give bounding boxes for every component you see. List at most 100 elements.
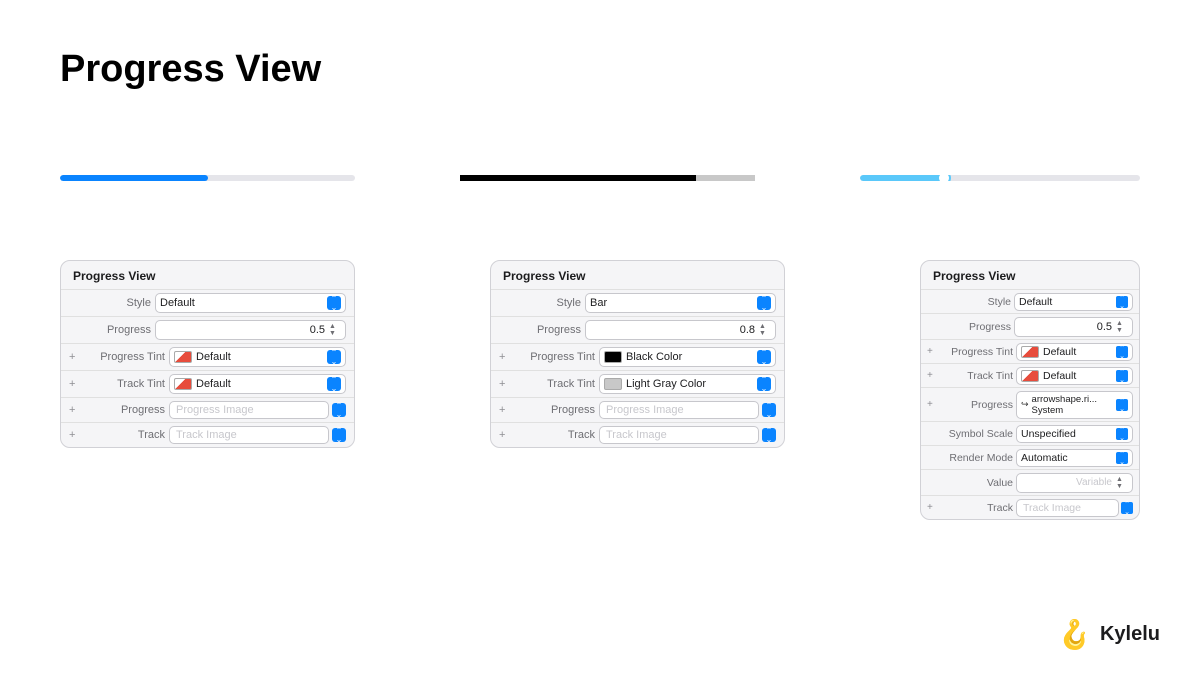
kylelu-icon: 🪝 — [1057, 618, 1092, 651]
panel-1-progress-img-value[interactable]: Progress Image — [169, 401, 329, 419]
stepper-down[interactable]: ▼ — [1116, 327, 1128, 334]
panel-2-row-track-img: + Track Track Image ⌃⌄ — [491, 422, 784, 447]
panel-3-progress-tint-value: Default — [1043, 346, 1116, 358]
stepper-up[interactable]: ▲ — [329, 323, 341, 330]
panel-3-track-img-value[interactable]: Track Image — [1016, 499, 1119, 517]
panel-3-track-img-arrow[interactable]: ⌃⌄ — [1121, 502, 1133, 514]
panel-3-plus-track-tint[interactable]: + — [927, 370, 939, 381]
panels-container: Progress View Style Default ⌃⌄ Progress … — [60, 260, 1140, 520]
panel-3-select-progress-symbol[interactable]: ↪ arrowshape.ri... System ⌃⌄ — [1016, 391, 1133, 419]
panel-3-number-progress[interactable]: 0.5 ▲ ▼ — [1014, 317, 1133, 337]
panel-1-track-img-value[interactable]: Track Image — [169, 426, 329, 444]
panel-2-stepper[interactable]: ▲ ▼ — [759, 323, 771, 337]
panel-3-row-track-tint: + Track Tint Default ⌃⌄ — [921, 363, 1139, 387]
panel-2-select-style[interactable]: Bar ⌃⌄ — [585, 293, 776, 313]
panel-1-label-track-tint: Track Tint — [83, 378, 165, 390]
panel-3-value-stepper[interactable]: ▲ ▼ — [1116, 476, 1128, 490]
panel-3-plus-progress-tint[interactable]: + — [927, 346, 939, 357]
panel-1-row-style: Style Default ⌃⌄ — [61, 289, 354, 316]
panel-2-select-progress-tint[interactable]: Black Color ⌃⌄ — [599, 347, 776, 367]
panel-1-select-progress-tint[interactable]: Default ⌃⌄ — [169, 347, 346, 367]
panel-3-select-symbol-scale[interactable]: Unspecified ⌃⌄ — [1016, 425, 1133, 443]
panel-1-control-progress: 0.5 ▲ ▼ — [155, 320, 346, 340]
panel-3-select-progress-tint[interactable]: Default ⌃⌄ — [1016, 343, 1133, 361]
panel-3-stepper[interactable]: ▲ ▼ — [1116, 320, 1128, 334]
kylelu-text: Kylelu — [1100, 623, 1160, 646]
panel-1-progress-tint-arrow[interactable]: ⌃⌄ — [327, 350, 341, 364]
panel-3-swatch-progress-tint — [1021, 346, 1039, 358]
panel-2-style-arrow[interactable]: ⌃⌄ — [757, 296, 771, 310]
panel-1-stepper[interactable]: ▲ ▼ — [329, 323, 341, 337]
panel-1-plus-progress-img[interactable]: + — [69, 404, 83, 416]
panel-2-track-img-value[interactable]: Track Image — [599, 426, 759, 444]
panel-1-select-track-tint[interactable]: Default ⌃⌄ — [169, 374, 346, 394]
panel-3-render-mode-arrow[interactable]: ⌃⌄ — [1116, 452, 1128, 464]
panel-2-control-track-img: Track Image ⌃⌄ — [599, 426, 776, 444]
panel-1-select-style[interactable]: Default ⌃⌄ — [155, 293, 346, 313]
panel-2-select-track-tint[interactable]: Light Gray Color ⌃⌄ — [599, 374, 776, 394]
panel-3-label-track-tint: Track Tint — [939, 370, 1013, 382]
panel-3-value-val: Variable — [1021, 477, 1116, 488]
panel-3-number-value[interactable]: Variable ▲ ▼ — [1016, 473, 1133, 493]
panel-1-style-arrow[interactable]: ⌃⌄ — [327, 296, 341, 310]
panel-2-track-img-arrow[interactable]: ⌃⌄ — [762, 428, 776, 442]
panel-3-plus-track-img[interactable]: + — [927, 502, 939, 513]
panel-2-plus-progress-img[interactable]: + — [499, 404, 513, 416]
panel-1-control-progress-tint: Default ⌃⌄ — [169, 347, 346, 367]
panel-3-control-progress-symbol: ↪ arrowshape.ri... System ⌃⌄ — [1016, 391, 1133, 419]
panel-3-row-style: Style Default ⌃⌄ — [921, 289, 1139, 313]
preview-bar-3 — [860, 175, 1140, 181]
panel-3-style-arrow[interactable]: ⌃⌄ — [1116, 296, 1128, 308]
stepper-up[interactable]: ▲ — [1116, 320, 1128, 327]
panel-2-progress-img-arrow[interactable]: ⌃⌄ — [762, 403, 776, 417]
panel-2-row-progress-tint: + Progress Tint Black Color ⌃⌄ — [491, 343, 784, 370]
panel-3-track-tint-arrow[interactable]: ⌃⌄ — [1116, 370, 1128, 382]
panel-3-plus-progress-symbol[interactable]: + — [927, 399, 939, 410]
panel-3-track-tint-value: Default — [1043, 370, 1116, 382]
panel-2-plus-track-tint[interactable]: + — [499, 378, 513, 390]
panel-1-plus-track-tint[interactable]: + — [69, 378, 83, 390]
panel-3-progress-tint-arrow[interactable]: ⌃⌄ — [1116, 346, 1128, 358]
panel-1-track-tint-arrow[interactable]: ⌃⌄ — [327, 377, 341, 391]
panel-1-plus-progress-tint[interactable]: + — [69, 351, 83, 363]
panel-3-label-progress-tint: Progress Tint — [939, 346, 1013, 358]
panel-3-select-track-tint[interactable]: Default ⌃⌄ — [1016, 367, 1133, 385]
stepper-down[interactable]: ▼ — [329, 330, 341, 337]
preview-bar-1-fill — [60, 175, 208, 181]
stepper-down[interactable]: ▼ — [1116, 483, 1128, 490]
panel-2-label-track-img: Track — [513, 429, 595, 441]
panel-2-progress-tint-arrow[interactable]: ⌃⌄ — [757, 350, 771, 364]
panel-3-select-render-mode[interactable]: Automatic ⌃⌄ — [1016, 449, 1133, 467]
panel-1-label-style: Style — [69, 297, 151, 309]
panel-1-row-progress: Progress 0.5 ▲ ▼ — [61, 316, 354, 343]
panel-1-plus-track-img[interactable]: + — [69, 429, 83, 441]
stepper-down[interactable]: ▼ — [759, 330, 771, 337]
panel-2-progress-img-value[interactable]: Progress Image — [599, 401, 759, 419]
panel-3-swatch-track-tint — [1021, 370, 1039, 382]
panel-2-control-progress: 0.8 ▲ ▼ — [585, 320, 776, 340]
panel-3-row-value: Value Variable ▲ ▼ — [921, 469, 1139, 495]
panel-3-progress-symbol-value: arrowshape.ri... System — [1032, 394, 1116, 416]
panel-2-label-progress: Progress — [499, 324, 581, 336]
panel-2-track-tint-value: Light Gray Color — [626, 378, 757, 390]
panel-3-select-style[interactable]: Default ⌃⌄ — [1014, 293, 1133, 311]
panel-3-symbol-scale-arrow[interactable]: ⌃⌄ — [1116, 428, 1128, 440]
stepper-up[interactable]: ▲ — [1116, 476, 1128, 483]
panel-1-track-tint-value: Default — [196, 378, 327, 390]
panel-2-control-progress-img: Progress Image ⌃⌄ — [599, 401, 776, 419]
panel-3-row-symbol-scale: Symbol Scale Unspecified ⌃⌄ — [921, 421, 1139, 445]
stepper-up[interactable]: ▲ — [759, 323, 771, 330]
panel-2-plus-track-img[interactable]: + — [499, 429, 513, 441]
panel-2-track-tint-arrow[interactable]: ⌃⌄ — [757, 377, 771, 391]
panel-2-number-progress[interactable]: 0.8 ▲ ▼ — [585, 320, 776, 340]
progress-symbol-icon: ↪ — [1021, 399, 1029, 410]
panel-2-progress-value: 0.8 — [590, 324, 759, 336]
panel-1-progress-img-arrow[interactable]: ⌃⌄ — [332, 403, 346, 417]
panel-3-label-track-img: Track — [939, 502, 1013, 514]
panel-1-number-progress[interactable]: 0.5 ▲ ▼ — [155, 320, 346, 340]
panel-1-track-img-arrow[interactable]: ⌃⌄ — [332, 428, 346, 442]
panel-3-progress-symbol-arrow[interactable]: ⌃⌄ — [1116, 399, 1128, 411]
panel-2-plus-progress-tint[interactable]: + — [499, 351, 513, 363]
panel-2-label-progress-img: Progress — [513, 404, 595, 416]
panel-3-label-progress: Progress — [927, 321, 1011, 333]
